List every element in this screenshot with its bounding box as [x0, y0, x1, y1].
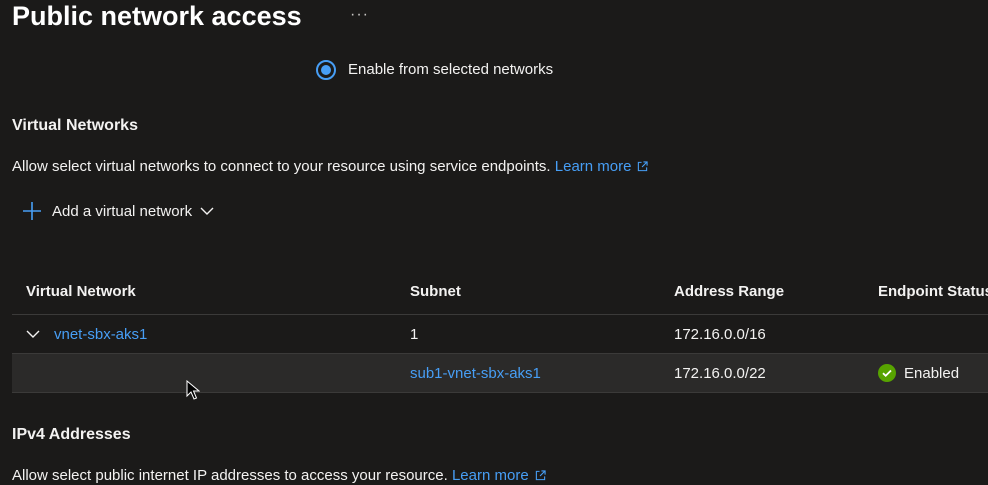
network-name-link[interactable]: vnet-sbx-aks1: [54, 326, 147, 343]
table-row[interactable]: vnet-sbx-aks1 1 172.16.0.0/16: [12, 315, 988, 354]
endpoint-status-cell: Enabled: [878, 354, 959, 392]
column-header-address-range: Address Range: [674, 282, 785, 300]
virtual-networks-description: Allow select virtual networks to connect…: [12, 158, 649, 175]
learn-more-label[interactable]: Learn more: [555, 158, 632, 175]
external-link-icon: [535, 470, 546, 481]
add-virtual-network-label[interactable]: Add a virtual network: [52, 203, 192, 220]
chevron-down-icon[interactable]: [26, 327, 40, 341]
learn-more-link[interactable]: Learn more: [555, 158, 649, 175]
table-header: Virtual Network Subnet Address Range End…: [12, 268, 988, 315]
virtual-networks-heading: Virtual Networks: [12, 117, 138, 134]
subnet-name-link[interactable]: sub1-vnet-sbx-aks1: [410, 365, 541, 382]
ipv4-description-text: Allow select public internet IP addresse…: [12, 467, 448, 484]
ipv4-addresses-heading: IPv4 Addresses: [12, 426, 131, 443]
address-range-cell: 172.16.0.0/16: [674, 325, 766, 343]
column-header-endpoint-status: Endpoint Status: [878, 282, 988, 300]
ipv4-description: Allow select public internet IP addresse…: [12, 467, 546, 484]
ipv4-learn-more-link[interactable]: Learn more: [452, 467, 546, 484]
endpoint-status-label: Enabled: [904, 364, 960, 382]
virtual-networks-description-text: Allow select virtual networks to connect…: [12, 158, 551, 175]
external-link-icon: [638, 161, 649, 172]
radio-label-selected-networks[interactable]: Enable from selected networks: [348, 61, 553, 78]
radio-selected-icon[interactable]: [316, 60, 336, 80]
subnet-cell: sub1-vnet-sbx-aks1: [410, 354, 541, 392]
network-name-cell: vnet-sbx-aks1: [26, 315, 147, 353]
table-row[interactable]: sub1-vnet-sbx-aks1 172.16.0.0/22 Enabled: [12, 354, 988, 393]
add-virtual-network-button[interactable]: Add a virtual network: [22, 199, 214, 223]
subnet-count-cell: 1: [410, 325, 419, 343]
chevron-down-icon: [200, 207, 214, 215]
page-title: Public network access: [12, 1, 302, 31]
address-range-cell: 172.16.0.0/22: [674, 364, 766, 382]
mouse-pointer-icon: [186, 380, 200, 400]
ipv4-learn-more-label[interactable]: Learn more: [452, 467, 529, 484]
more-options-button[interactable]: ···: [350, 6, 369, 24]
virtual-networks-table: Virtual Network Subnet Address Range End…: [12, 268, 988, 393]
plus-icon: [23, 202, 41, 220]
success-check-icon: [878, 364, 896, 382]
column-header-subnet: Subnet: [410, 282, 461, 300]
column-header-virtual-network: Virtual Network: [26, 282, 136, 300]
